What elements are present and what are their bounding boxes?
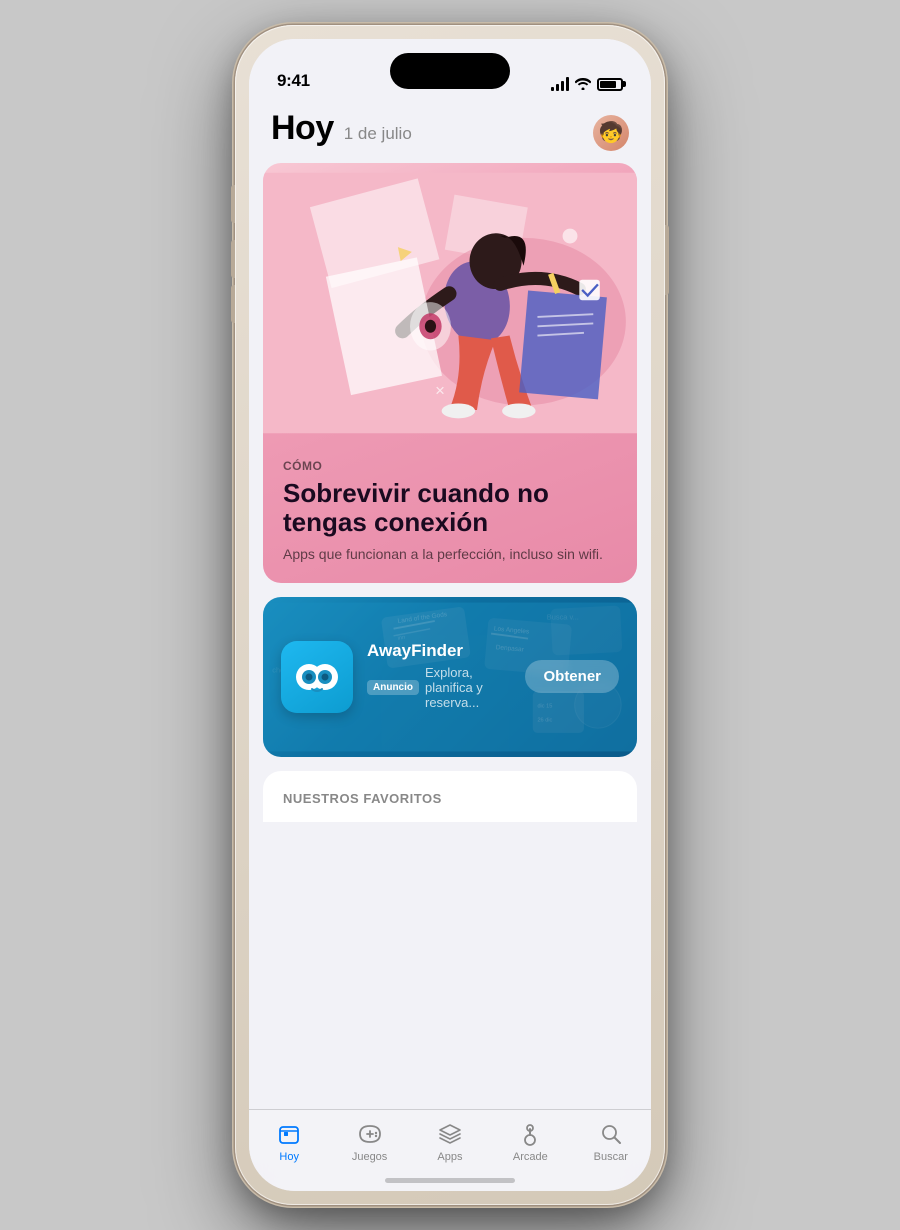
ad-badge: Anuncio [367, 680, 419, 695]
get-button[interactable]: Obtener [525, 660, 619, 693]
battery-icon [597, 78, 623, 91]
tab-today[interactable]: Hoy [259, 1120, 319, 1163]
tab-search-label: Buscar [594, 1151, 628, 1163]
today-icon [275, 1120, 303, 1148]
svg-text:×: × [435, 381, 445, 400]
main-content: Hoy 1 de julio 🧒 [249, 99, 651, 1191]
search-icon [597, 1120, 625, 1148]
scroll-area: × CÓMO Sobrevivir cuando no tengas conex… [249, 163, 651, 912]
ad-description: Explora, planifica y reserva... [425, 665, 511, 710]
signal-icon [551, 77, 569, 91]
page-title: Hoy [271, 109, 334, 148]
section-header: NUESTROS FAVORITOS [263, 771, 637, 822]
page-date: 1 de julio [344, 124, 412, 144]
phone-frame: 9:41 [235, 25, 665, 1205]
tab-apps-label: Apps [437, 1151, 462, 1163]
svg-text:Busca v...: Busca v... [547, 612, 579, 621]
featured-card-text: CÓMO Sobrevivir cuando no tengas conexió… [263, 443, 637, 583]
status-time: 9:41 [277, 71, 310, 91]
phone-screen: 9:41 [249, 39, 651, 1191]
tab-today-label: Hoy [279, 1151, 299, 1163]
tab-arcade-label: Arcade [513, 1151, 548, 1163]
tab-games-label: Juegos [352, 1151, 387, 1163]
apps-icon [436, 1120, 464, 1148]
dynamic-island [390, 53, 510, 89]
tab-search[interactable]: Buscar [581, 1120, 641, 1163]
featured-illustration: × [263, 163, 637, 443]
avatar[interactable]: 🧒 [593, 115, 629, 151]
tab-games[interactable]: Juegos [340, 1120, 400, 1163]
section-title: NUESTROS FAVORITOS [283, 791, 617, 806]
status-icons [551, 77, 623, 91]
page-header: Hoy 1 de julio 🧒 [249, 99, 651, 163]
featured-card[interactable]: × CÓMO Sobrevivir cuando no tengas conex… [263, 163, 637, 583]
wifi-icon [575, 78, 591, 90]
home-indicator [385, 1178, 515, 1183]
ad-badge-row: Anuncio Explora, planifica y reserva... [367, 665, 511, 710]
svg-text:dic 15: dic 15 [537, 703, 552, 709]
ad-app-icon [281, 641, 353, 713]
tab-arcade[interactable]: Arcade [500, 1120, 560, 1163]
featured-title: Sobrevivir cuando no tengas conexión [283, 479, 617, 539]
games-icon [356, 1120, 384, 1148]
arcade-icon [516, 1120, 544, 1148]
svg-text:26 dic: 26 dic [537, 717, 552, 723]
tab-apps[interactable]: Apps [420, 1120, 480, 1163]
ad-card[interactable]: Land of the Gods Los Angeles Denpasar in… [263, 597, 637, 757]
ad-app-name: AwayFinder [367, 641, 511, 661]
ad-info: AwayFinder Anuncio Explora, planifica y … [367, 641, 511, 712]
featured-subtitle: Apps que funcionan a la perfección, incl… [283, 546, 617, 562]
featured-label: CÓMO [283, 459, 617, 473]
